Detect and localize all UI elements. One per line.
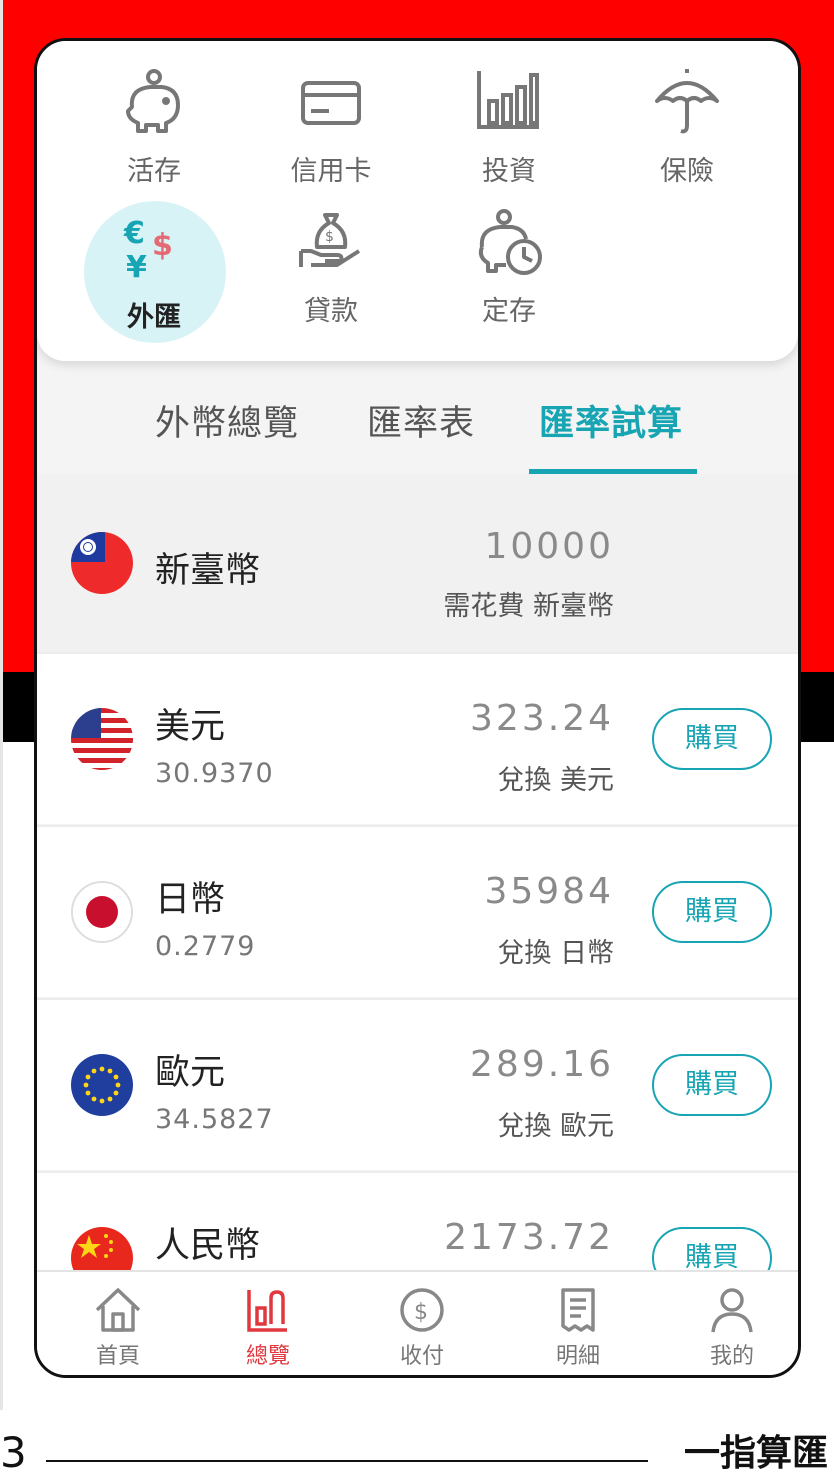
converted-caption: 兌換 日幣 bbox=[497, 938, 614, 969]
converted-amount: 323.24 bbox=[470, 698, 614, 739]
bar-chart-icon bbox=[477, 71, 539, 129]
nav-transactions[interactable]: 明細 bbox=[523, 1272, 633, 1375]
japan-flag-icon bbox=[71, 881, 133, 943]
money-bag-hand-icon: $ bbox=[299, 213, 361, 267]
bottom-nav: 首頁 總覽 $ 收付 明細 我的 bbox=[37, 1270, 798, 1375]
category-label: 貸款 bbox=[304, 296, 358, 327]
piggy-clock-icon bbox=[478, 209, 542, 275]
converted-amount: 35984 bbox=[484, 871, 614, 912]
piggy-bank-icon bbox=[126, 69, 180, 133]
category-forex[interactable]: € $ ¥ 外匯 bbox=[84, 201, 224, 341]
currency-name: 人民幣 bbox=[155, 1226, 261, 1266]
currency-row-eur[interactable]: 歐元 34.5827 289.16 兌換 歐元 購買 bbox=[37, 998, 798, 1170]
currency-row-jpy[interactable]: 日幣 0.2779 35984 兌換 日幣 購買 bbox=[37, 825, 798, 997]
currency-exchange-icon: € $ ¥ bbox=[123, 216, 173, 283]
phone-screen: 活存 信用卡 投資 保險 € $ ¥ 外匯 $ 貸款 定存 外幣總覽 匯率表 匯… bbox=[34, 38, 801, 1378]
category-loan[interactable]: $ 貸款 bbox=[261, 181, 401, 327]
footer-divider bbox=[46, 1460, 648, 1462]
converted-amount: 2173.72 bbox=[444, 1217, 614, 1258]
nav-label: 總覽 bbox=[245, 1344, 290, 1369]
base-amount-caption: 需花費 新臺幣 bbox=[443, 591, 614, 622]
overview-icon bbox=[247, 1290, 287, 1332]
base-amount-input[interactable]: 10000 bbox=[484, 526, 614, 567]
category-time-deposit[interactable]: 定存 bbox=[439, 181, 579, 327]
tab-rate-calculator[interactable]: 匯率試算 bbox=[539, 395, 683, 446]
dollar-coin-icon: $ bbox=[400, 1288, 444, 1332]
converted-caption: 兌換 美元 bbox=[497, 765, 614, 796]
taiwan-flag-icon bbox=[71, 532, 133, 594]
svg-text:$: $ bbox=[152, 228, 173, 263]
nav-overview[interactable]: 總覽 bbox=[213, 1272, 323, 1375]
currency-name: 歐元 bbox=[155, 1053, 226, 1093]
nav-label: 首頁 bbox=[95, 1344, 140, 1369]
buy-button[interactable]: 購買 bbox=[652, 881, 772, 943]
category-credit-card[interactable]: 信用卡 bbox=[261, 41, 401, 187]
converted-caption: 兌換 歐元 bbox=[497, 1111, 614, 1142]
svg-text:$: $ bbox=[414, 1300, 428, 1325]
converted-amount: 289.16 bbox=[470, 1044, 614, 1085]
nav-home[interactable]: 首頁 bbox=[63, 1272, 173, 1375]
tab-rate-table[interactable]: 匯率表 bbox=[367, 395, 475, 446]
category-savings[interactable]: 活存 bbox=[84, 41, 224, 187]
forex-tabs: 外幣總覽 匯率表 匯率試算 bbox=[37, 381, 798, 477]
svg-text:€: € bbox=[123, 216, 145, 251]
nav-payments[interactable]: $ 收付 bbox=[367, 1272, 477, 1375]
category-label: 定存 bbox=[482, 296, 536, 327]
category-label: 活存 bbox=[127, 156, 181, 187]
currency-name: 美元 bbox=[155, 707, 226, 747]
currency-rate: 34.5827 bbox=[155, 1104, 274, 1135]
background-edge-line bbox=[0, 0, 3, 1410]
nav-label: 收付 bbox=[399, 1344, 444, 1369]
currency-rate: 30.9370 bbox=[155, 758, 274, 789]
currency-rate: 0.2779 bbox=[155, 931, 256, 962]
buy-button[interactable]: 購買 bbox=[652, 708, 772, 770]
currency-name: 日幣 bbox=[155, 880, 226, 920]
receipt-icon bbox=[561, 1288, 595, 1332]
eu-flag-icon bbox=[71, 1054, 133, 1116]
tab-foreign-overview[interactable]: 外幣總覽 bbox=[155, 395, 299, 446]
home-icon bbox=[95, 1288, 141, 1332]
nav-label: 明細 bbox=[555, 1344, 600, 1369]
category-card: 活存 信用卡 投資 保險 € $ ¥ 外匯 $ 貸款 定存 bbox=[37, 41, 798, 361]
us-flag-icon bbox=[71, 708, 133, 770]
category-investment[interactable]: 投資 bbox=[439, 41, 579, 187]
base-currency-row[interactable]: 新臺幣 10000 需花費 新臺幣 bbox=[37, 474, 798, 652]
step-caption: 一指算匯 bbox=[684, 1433, 829, 1474]
category-label: 保險 bbox=[660, 156, 714, 187]
nav-profile[interactable]: 我的 bbox=[677, 1272, 787, 1375]
svg-text:¥: ¥ bbox=[126, 250, 147, 283]
currency-row-usd[interactable]: 美元 30.9370 323.24 兌換 美元 購買 bbox=[37, 652, 798, 824]
svg-text:$: $ bbox=[325, 229, 334, 245]
step-number: 3 bbox=[0, 1428, 27, 1477]
buy-button[interactable]: 購買 bbox=[652, 1054, 772, 1116]
umbrella-icon bbox=[655, 69, 719, 134]
category-label: 外匯 bbox=[127, 302, 181, 333]
base-currency-name: 新臺幣 bbox=[155, 551, 261, 591]
user-icon bbox=[711, 1288, 753, 1333]
credit-card-icon bbox=[301, 81, 361, 125]
nav-label: 我的 bbox=[709, 1344, 754, 1369]
category-insurance[interactable]: 保險 bbox=[617, 41, 757, 187]
